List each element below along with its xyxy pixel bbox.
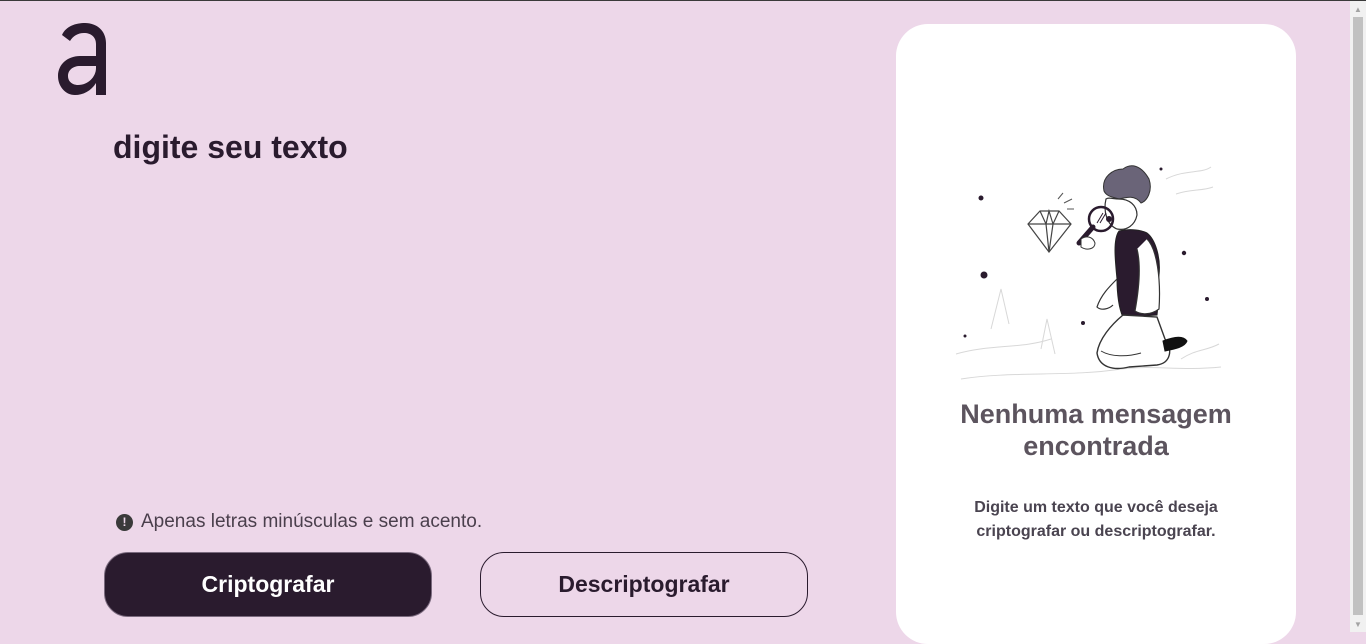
- scroll-down-arrow-icon[interactable]: ▼: [1350, 616, 1366, 632]
- scroll-up-arrow-icon[interactable]: ▲: [1350, 1, 1366, 17]
- decrypt-button[interactable]: Descriptografar: [480, 552, 808, 617]
- exclamation-circle-icon: !: [116, 513, 133, 531]
- input-warning: ! Apenas letras minúsculas e sem acento.: [116, 511, 482, 533]
- vertical-scrollbar[interactable]: ▲ ▼: [1350, 1, 1366, 632]
- alura-a-logo-icon: [58, 23, 106, 95]
- message-input[interactable]: [113, 129, 833, 489]
- person-with-magnifying-glass-illustration: [955, 165, 1222, 380]
- warning-text: Apenas letras minúsculas e sem acento.: [141, 511, 483, 532]
- output-panel: Nenhuma mensagem encontrada Digite um te…: [896, 24, 1296, 644]
- scrollbar-thumb[interactable]: [1353, 17, 1363, 615]
- encrypt-button[interactable]: Criptografar: [104, 552, 432, 617]
- app-container: ! Apenas letras minúsculas e sem acento.…: [0, 1, 1350, 644]
- output-title: Nenhuma mensagem encontrada: [960, 399, 1232, 461]
- output-description: Digite um texto que você deseja criptogr…: [974, 499, 1218, 540]
